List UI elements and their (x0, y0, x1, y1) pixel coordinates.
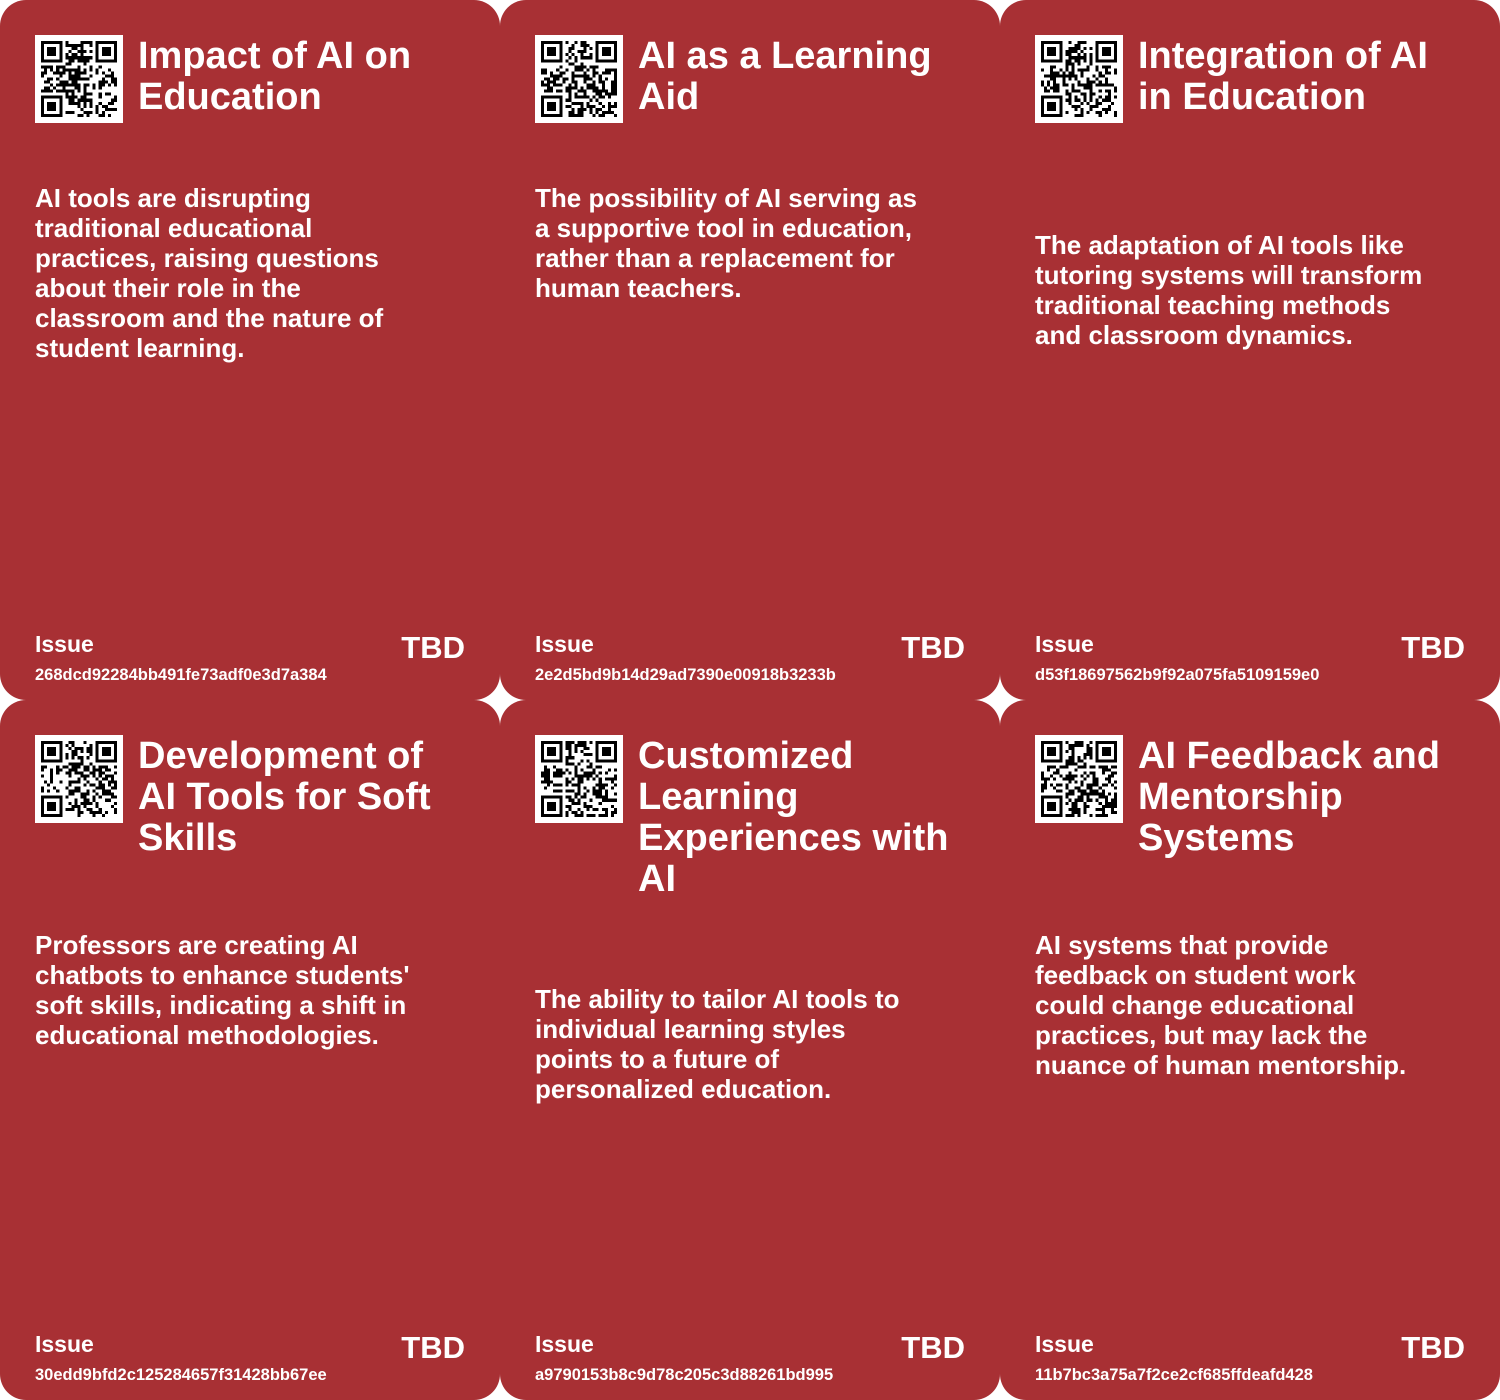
card-description: The possibility of AI serving as a suppo… (535, 183, 917, 303)
status-badge: TBD (1401, 1330, 1465, 1365)
issue-id: 268dcd92284bb491fe73adf0e3d7a384 (35, 666, 327, 684)
card-title: Development of AI Tools for Soft Skills (138, 735, 431, 859)
card-description: The ability to tailor AI tools to indivi… (535, 984, 900, 1104)
card-grid: Impact of AI on Education AI tools are d… (0, 0, 1500, 1400)
card-description: AI systems that provide feedback on stud… (1035, 930, 1407, 1080)
issue-card[interactable]: AI Feedback and Mentorship Systems AI sy… (1000, 700, 1500, 1400)
status-badge: TBD (401, 630, 465, 665)
status-badge: TBD (901, 1330, 965, 1365)
issue-label: Issue (1035, 631, 1094, 657)
issue-id: a9790153b8c9d78c205c3d88261bd995 (535, 1366, 834, 1384)
card-title: Impact of AI on Education (138, 35, 412, 118)
issue-card[interactable]: Integration of AI in Education The adapt… (1000, 0, 1500, 700)
status-badge: TBD (901, 630, 965, 665)
qr-code-icon (35, 735, 123, 823)
issue-label: Issue (535, 1331, 594, 1357)
issue-card[interactable]: Development of AI Tools for Soft Skills … (0, 700, 500, 1400)
issue-id: 30edd9bfd2c125284657f31428bb67ee (35, 1366, 327, 1384)
issue-card[interactable]: Customized Learning Experiences with AI … (500, 700, 1000, 1400)
status-badge: TBD (1401, 630, 1465, 665)
issue-id: d53f18697562b9f92a075fa5109159e0 (1035, 666, 1320, 684)
qr-code-icon (35, 35, 123, 123)
qr-code-icon (535, 735, 623, 823)
qr-code-icon (1035, 35, 1123, 123)
card-description: The adaptation of AI tools like tutoring… (1035, 230, 1423, 350)
issue-card[interactable]: Impact of AI on Education AI tools are d… (0, 0, 500, 700)
issue-id: 2e2d5bd9b14d29ad7390e00918b3233b (535, 666, 836, 684)
card-description: AI tools are disrupting traditional educ… (35, 183, 384, 363)
qr-code-icon (535, 35, 623, 123)
card-title: AI as a Learning Aid (638, 35, 932, 118)
issue-card[interactable]: AI as a Learning Aid The possibility of … (500, 0, 1000, 700)
status-badge: TBD (401, 1330, 465, 1365)
card-title: Integration of AI in Education (1138, 35, 1428, 118)
issue-label: Issue (535, 631, 594, 657)
issue-id: 11b7bc3a75a7f2ce2cf685ffdeafd428 (1035, 1366, 1313, 1384)
issue-label: Issue (1035, 1331, 1094, 1357)
issue-label: Issue (35, 1331, 94, 1357)
card-title: Customized Learning Experiences with AI (638, 735, 949, 900)
issue-label: Issue (35, 631, 94, 657)
card-title: AI Feedback and Mentorship Systems (1138, 735, 1440, 859)
card-description: Professors are creating AI chatbots to e… (35, 930, 410, 1050)
qr-code-icon (1035, 735, 1123, 823)
